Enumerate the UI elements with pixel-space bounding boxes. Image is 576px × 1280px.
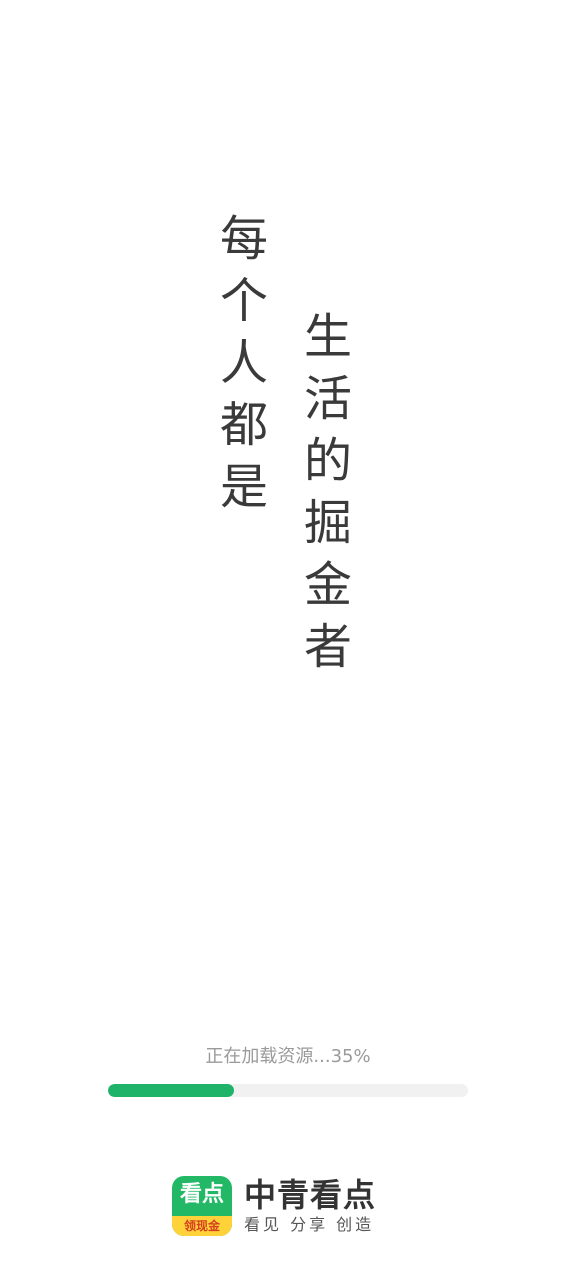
loading-status-text: 正在加载资源...35% xyxy=(205,1046,371,1067)
slogan-char: 掘 xyxy=(304,495,353,551)
loading-progress-bar xyxy=(108,1084,468,1097)
slogan-char: 个 xyxy=(220,273,269,329)
brand-footer: 看点 领现金 中青看点 看见 分享 创造 xyxy=(172,1176,376,1236)
slogan-char: 者 xyxy=(304,619,353,675)
slogan-char: 生 xyxy=(304,309,353,365)
slogan-char: 都 xyxy=(220,397,269,453)
brand-name: 中青看点 xyxy=(244,1176,377,1214)
app-logo-banner-text: 领现金 xyxy=(172,1216,232,1236)
slogan-char: 活 xyxy=(304,371,353,427)
loading-progress-fill xyxy=(108,1084,234,1097)
app-logo-main-text: 看点 xyxy=(179,1182,224,1207)
brand-text-block: 中青看点 看见 分享 创造 xyxy=(244,1177,376,1235)
slogan-column-left: 每 个 人 都 是 xyxy=(220,215,268,525)
slogan-char: 的 xyxy=(304,433,353,489)
slogan-char: 人 xyxy=(220,335,269,391)
slogan-column-right: 生 活 的 掘 金 者 xyxy=(304,313,352,685)
app-logo-icon: 看点 领现金 xyxy=(172,1176,232,1236)
slogan-char: 金 xyxy=(304,557,353,613)
slogan-char: 每 xyxy=(220,211,269,267)
brand-tagline: 看见 分享 创造 xyxy=(244,1215,375,1234)
slogan-char: 是 xyxy=(220,459,269,515)
